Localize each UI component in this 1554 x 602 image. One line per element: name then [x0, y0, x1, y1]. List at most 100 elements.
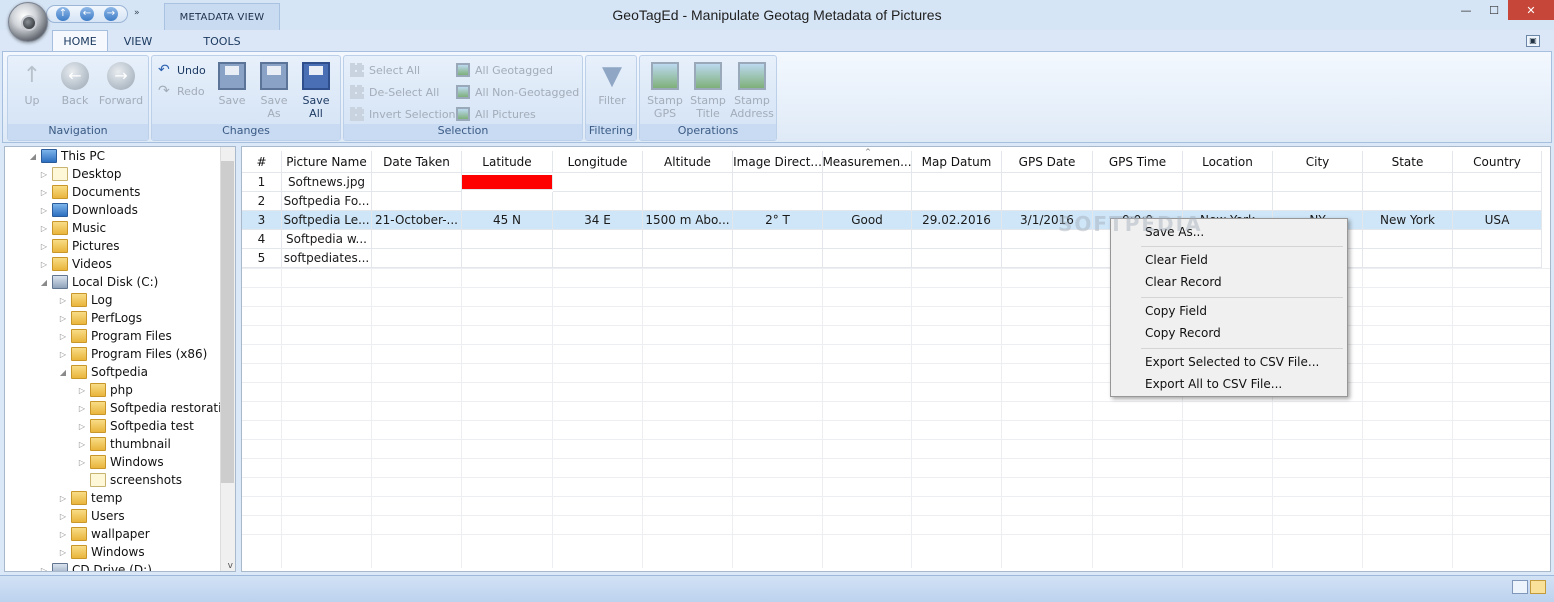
table-cell[interactable] — [1363, 173, 1453, 192]
tree-node[interactable]: ▷ Downloads — [38, 201, 138, 219]
table-cell[interactable] — [823, 173, 912, 192]
table-cell[interactable] — [733, 173, 823, 192]
table-cell[interactable] — [823, 192, 912, 211]
column-header[interactable]: Picture Name — [282, 151, 372, 173]
expand-arrow-icon[interactable]: ▷ — [38, 188, 50, 197]
minimize-button[interactable]: — — [1452, 0, 1480, 20]
table-cell[interactable] — [912, 230, 1002, 249]
table-cell[interactable]: 29.02.2016 — [912, 211, 1002, 230]
expand-arrow-icon[interactable]: ▷ — [38, 566, 50, 572]
menu-item-copy-record[interactable]: Copy Record — [1145, 323, 1221, 343]
tree-node[interactable]: ▷ thumbnail — [76, 435, 171, 453]
menu-item-export-all[interactable]: Export All to CSV File... — [1145, 374, 1282, 394]
table-cell[interactable]: USA — [1453, 211, 1542, 230]
tree-node[interactable]: ▷ Documents — [38, 183, 140, 201]
application-menu-button[interactable] — [8, 2, 48, 42]
menu-item-export-selected[interactable]: Export Selected to CSV File... — [1145, 352, 1319, 372]
all-non-geotagged-button[interactable]: All Non-Geotagged — [456, 82, 579, 102]
collapse-arrow-icon[interactable]: ◢ — [38, 278, 50, 287]
table-cell[interactable]: 1 — [242, 173, 282, 192]
expand-arrow-icon[interactable]: ▷ — [76, 440, 88, 449]
tree-node[interactable]: ▷ Windows — [76, 453, 164, 471]
table-cell[interactable] — [1183, 173, 1273, 192]
table-cell[interactable] — [1002, 192, 1093, 211]
table-cell[interactable] — [1363, 249, 1453, 268]
tree-node[interactable]: ▷ Users — [57, 507, 125, 525]
scroll-down-icon[interactable]: v — [228, 561, 233, 571]
tab-tools[interactable]: TOOLS — [190, 30, 254, 52]
tree-node[interactable]: ◢ Softpedia — [57, 363, 148, 381]
table-cell[interactable]: Softpedia w... — [282, 230, 372, 249]
table-cell[interactable] — [643, 192, 733, 211]
stamp-address-button[interactable]: Stamp Address — [730, 60, 774, 120]
expand-arrow-icon[interactable]: ▷ — [57, 314, 69, 323]
ribbon-minimize-icon[interactable]: ▣ — [1526, 35, 1540, 47]
column-header[interactable]: Location — [1183, 151, 1273, 173]
table-cell[interactable] — [912, 192, 1002, 211]
grid-view-icon[interactable] — [1530, 580, 1546, 594]
save-as-button[interactable]: Save As — [256, 60, 292, 120]
tree-node[interactable]: ▷ Videos — [38, 255, 112, 273]
tree-node[interactable]: ▷ CD Drive (D:) — [38, 561, 152, 572]
tree-node[interactable]: ▷ php — [76, 381, 133, 399]
expand-arrow-icon[interactable]: ▷ — [57, 494, 69, 503]
forward-button[interactable]: → Forward — [98, 60, 144, 107]
maximize-button[interactable]: ☐ — [1480, 0, 1508, 20]
redo-button[interactable]: ↷ Redo — [158, 81, 205, 101]
tab-home[interactable]: HOME — [52, 30, 108, 52]
table-cell[interactable] — [553, 173, 643, 192]
tree-node[interactable]: ▷ Program Files (x86) — [57, 345, 207, 363]
table-cell[interactable]: softpediates... — [282, 249, 372, 268]
table-cell[interactable]: Softpedia Fo... — [282, 192, 372, 211]
column-header[interactable]: Measuremen... — [823, 151, 912, 173]
expand-arrow-icon[interactable]: ▷ — [38, 260, 50, 269]
table-cell[interactable] — [372, 230, 462, 249]
column-header[interactable]: Longitude — [553, 151, 643, 173]
table-cell[interactable]: 4 — [242, 230, 282, 249]
table-cell[interactable]: 1500 m Abo... — [643, 211, 733, 230]
table-cell[interactable] — [733, 249, 823, 268]
tree-node[interactable]: ▷ wallpaper — [57, 525, 150, 543]
table-cell[interactable] — [733, 192, 823, 211]
table-cell[interactable] — [912, 173, 1002, 192]
tab-view[interactable]: VIEW — [113, 30, 163, 52]
table-cell[interactable] — [372, 249, 462, 268]
close-button[interactable]: ✕ — [1508, 0, 1554, 20]
column-header[interactable]: GPS Date — [1002, 151, 1093, 173]
table-cell[interactable] — [912, 249, 1002, 268]
expand-arrow-icon[interactable]: ▷ — [76, 458, 88, 467]
table-cell[interactable] — [1002, 173, 1093, 192]
up-button[interactable]: ↑ Up — [14, 60, 50, 107]
column-header[interactable]: Date Taken — [372, 151, 462, 173]
tree-node[interactable]: ▷ Music — [38, 219, 106, 237]
expand-arrow-icon[interactable]: ▷ — [57, 548, 69, 557]
tree-node[interactable]: ◢ Local Disk (C:) — [38, 273, 158, 291]
table-cell[interactable] — [462, 192, 553, 211]
expand-arrow-icon[interactable]: ▷ — [38, 224, 50, 233]
table-cell[interactable] — [1093, 173, 1183, 192]
menu-item-clear-field[interactable]: Clear Field — [1145, 250, 1208, 270]
table-cell[interactable] — [1453, 192, 1542, 211]
collapse-arrow-icon[interactable]: ◢ — [27, 152, 39, 161]
expand-arrow-icon[interactable]: ▷ — [57, 332, 69, 341]
column-header[interactable]: City — [1273, 151, 1363, 173]
details-view-icon[interactable] — [1512, 580, 1528, 594]
table-cell[interactable] — [553, 192, 643, 211]
column-header[interactable]: State — [1363, 151, 1453, 173]
tree-node[interactable]: ▷ PerfLogs — [57, 309, 142, 327]
column-header[interactable]: Latitude — [462, 151, 553, 173]
column-header[interactable]: Map Datum — [912, 151, 1002, 173]
tree-node[interactable]: ▷ Program Files — [57, 327, 172, 345]
expand-arrow-icon[interactable]: ▷ — [76, 422, 88, 431]
table-cell[interactable] — [462, 175, 553, 190]
deselect-all-button[interactable]: De-Select All — [350, 82, 439, 102]
table-cell[interactable] — [462, 230, 553, 249]
filter-button[interactable]: ▼ Filter — [590, 60, 634, 107]
table-cell[interactable] — [553, 249, 643, 268]
table-cell[interactable] — [372, 173, 462, 192]
table-cell[interactable] — [643, 173, 733, 192]
table-cell[interactable] — [1273, 192, 1363, 211]
back-button[interactable]: ← Back — [56, 60, 94, 107]
tree-node[interactable]: ▷ Softpedia test — [76, 417, 194, 435]
table-cell[interactable] — [1453, 230, 1542, 249]
